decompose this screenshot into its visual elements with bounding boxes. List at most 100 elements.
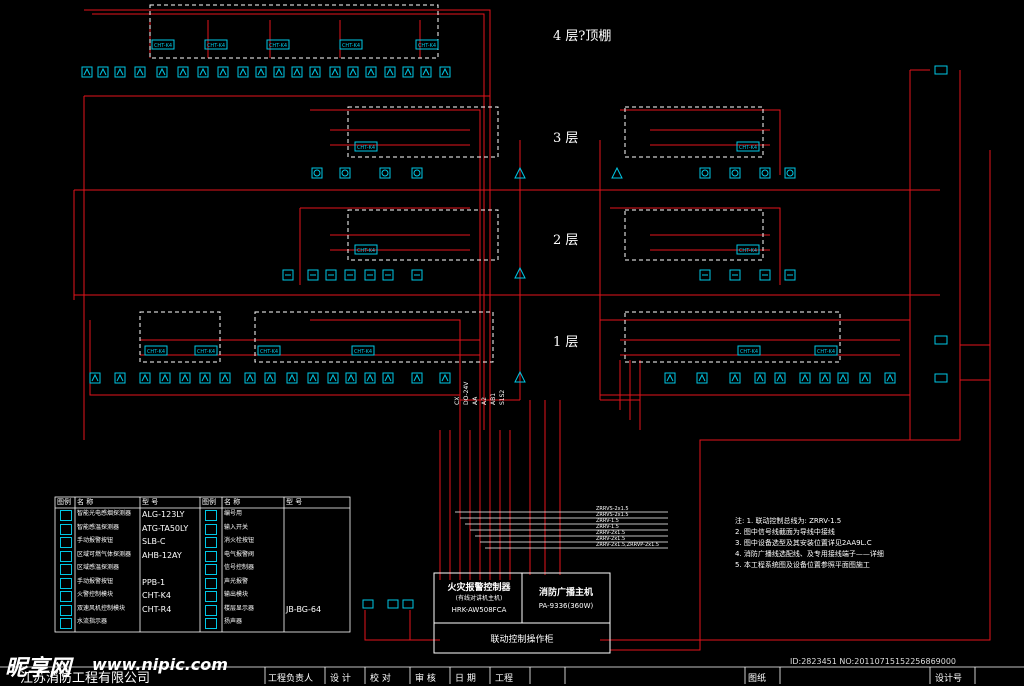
- legend-symbol-icon: [60, 564, 72, 575]
- detector-icon: [139, 372, 151, 384]
- broadcast-host-title: 消防广播主机: [538, 588, 593, 598]
- detector-icon: [799, 372, 811, 384]
- cable-label: ZRRV-2x1.5,ZRRVP-2x1.5: [596, 542, 660, 548]
- detector-icon: [439, 66, 451, 78]
- detector-icon: [177, 66, 189, 78]
- legend-header: 图例: [202, 498, 216, 506]
- svg-text:CHT-K4: CHT-K4: [740, 349, 758, 355]
- legend-cell: CHT-K4: [142, 591, 171, 600]
- title-block-cell: 设 计: [330, 674, 351, 684]
- legend-header: 型 号: [142, 498, 159, 506]
- bus-label: DO-24V: [463, 381, 470, 405]
- legend-cell: 智能光电感烟探测器: [77, 510, 132, 517]
- svg-text:CHT-K4: CHT-K4: [357, 145, 375, 151]
- legend-cell: SLB-C: [142, 537, 166, 546]
- note-line: 注: 1. 联动控制总线为: ZRRV-1.5: [735, 517, 842, 525]
- svg-text:CHT-K4: CHT-K4: [269, 43, 287, 49]
- detector-icon: [364, 372, 376, 384]
- note-line: 2. 图中信号线截面为导线中接线: [735, 528, 835, 536]
- title-block-cell: 校 对: [370, 674, 391, 684]
- legend-cell: 区域感温探测器: [77, 564, 120, 571]
- svg-text:CHT-K4: CHT-K4: [739, 248, 757, 254]
- detector-icon: [179, 372, 191, 384]
- legend-symbol-icon: [205, 550, 217, 562]
- title-block-cell: 工程负责人: [268, 674, 314, 684]
- detector-devices: [81, 66, 896, 384]
- floor-label-3: 3 层: [553, 131, 579, 146]
- legend-cell: 手动报警按钮: [77, 537, 114, 544]
- linkage-cabinet-title: 联动控制操作柜: [490, 635, 554, 645]
- detector-icon: [754, 372, 766, 384]
- svg-text:CHT-K4: CHT-K4: [418, 43, 436, 49]
- detector-icon: [664, 372, 676, 384]
- fire-alarm-controller-title: 火灾报警控制器: [447, 583, 511, 593]
- control-module: CHT-K4: [814, 345, 838, 356]
- note-line: 3. 图中设备选型及其安装位置详见2AA9L.C: [735, 539, 872, 547]
- legend-cell: 双速风机控制模块: [77, 604, 126, 612]
- legend-symbol-icon: [205, 537, 217, 548]
- legend-symbol-icon: [205, 510, 217, 521]
- control-module: CHT-K4: [354, 141, 378, 152]
- detector-icon: [819, 372, 831, 384]
- smoke-icon: [379, 167, 391, 179]
- legend-cell: 输入开关: [224, 523, 249, 531]
- legend-cell: 消火栓按钮: [224, 537, 255, 544]
- legend-cell: 电气报警阀: [224, 550, 255, 558]
- control-module: CHT-K4: [194, 345, 218, 356]
- legend-cell: 声光报警: [224, 577, 249, 585]
- smoke-icon: [729, 167, 741, 179]
- title-block-cell: 图纸: [748, 674, 767, 684]
- legend-symbol-icon: [60, 523, 72, 535]
- switch-icon: [382, 269, 394, 281]
- legend-symbol-icon: [205, 618, 217, 629]
- control-modules: CHT-K4 CHT-K4 CHT-K4 CHT-K4 CHT-K4 CHT-K4 CHT-…: [144, 39, 838, 356]
- broadcast-host-model: PA-9336(360W): [538, 602, 594, 610]
- company-name: 江苏消防工程有限公司: [20, 671, 151, 686]
- switch-icon: [699, 269, 711, 281]
- detector-icon: [134, 66, 146, 78]
- detector-icon: [309, 66, 321, 78]
- detector-icon: [273, 66, 285, 78]
- svg-text:CHT-K4: CHT-K4: [817, 349, 835, 355]
- detector-icon: [286, 372, 298, 384]
- control-module: CHT-K4: [257, 345, 281, 356]
- fire-alarm-controller-sub: (有线对讲机主机): [455, 595, 503, 602]
- switch-icon: [784, 269, 796, 281]
- detector-icon: [264, 372, 276, 384]
- detector-icon: [774, 372, 786, 384]
- detector-icon: [347, 66, 359, 78]
- detector-icon: [199, 372, 211, 384]
- smoke-icon: [411, 167, 423, 179]
- control-module: CHT-K4: [354, 244, 378, 255]
- smoke-icon: [339, 167, 351, 179]
- legend-symbol-icon: [205, 591, 217, 602]
- bus-label: CX: [454, 396, 461, 405]
- detector-icon: [219, 372, 231, 384]
- smoke-icon: [699, 167, 711, 179]
- detector-icon: [307, 372, 319, 384]
- legend-symbol-icon: [60, 577, 72, 589]
- note-line: 5. 本工程系统图及设备位置参照平面图施工: [735, 561, 870, 569]
- detector-icon: [384, 66, 396, 78]
- legend-symbol-icon: [205, 577, 217, 589]
- smoke-icon: [311, 167, 323, 179]
- alarm-bell-icon: [611, 166, 623, 179]
- title-block-cell: 日 期: [455, 674, 476, 684]
- control-module: CHT-K4: [415, 39, 439, 50]
- control-module: CHT-K4: [339, 39, 363, 50]
- legend-cell: 智能感温探测器: [77, 523, 120, 531]
- legend-cell: 区域可燃气体探测器: [77, 550, 132, 558]
- detector-icon: [81, 66, 93, 78]
- legend-cell: 水流指示器: [77, 618, 108, 625]
- legend-symbol-icon: [60, 550, 72, 562]
- switch-icon: [307, 269, 319, 281]
- watermark-id: ID:2823451 NO:20110715152256869000: [790, 657, 957, 666]
- svg-text:CHT-K4: CHT-K4: [207, 43, 225, 49]
- legend-symbol-icon: [205, 604, 217, 616]
- detector-icon: [837, 372, 849, 384]
- detector-icon: [859, 372, 871, 384]
- detector-icon: [217, 66, 229, 78]
- bus-label: A2: [481, 397, 488, 405]
- floor-label-4: 4 层?顶棚: [553, 29, 612, 44]
- legend-header: 型 号: [286, 498, 303, 506]
